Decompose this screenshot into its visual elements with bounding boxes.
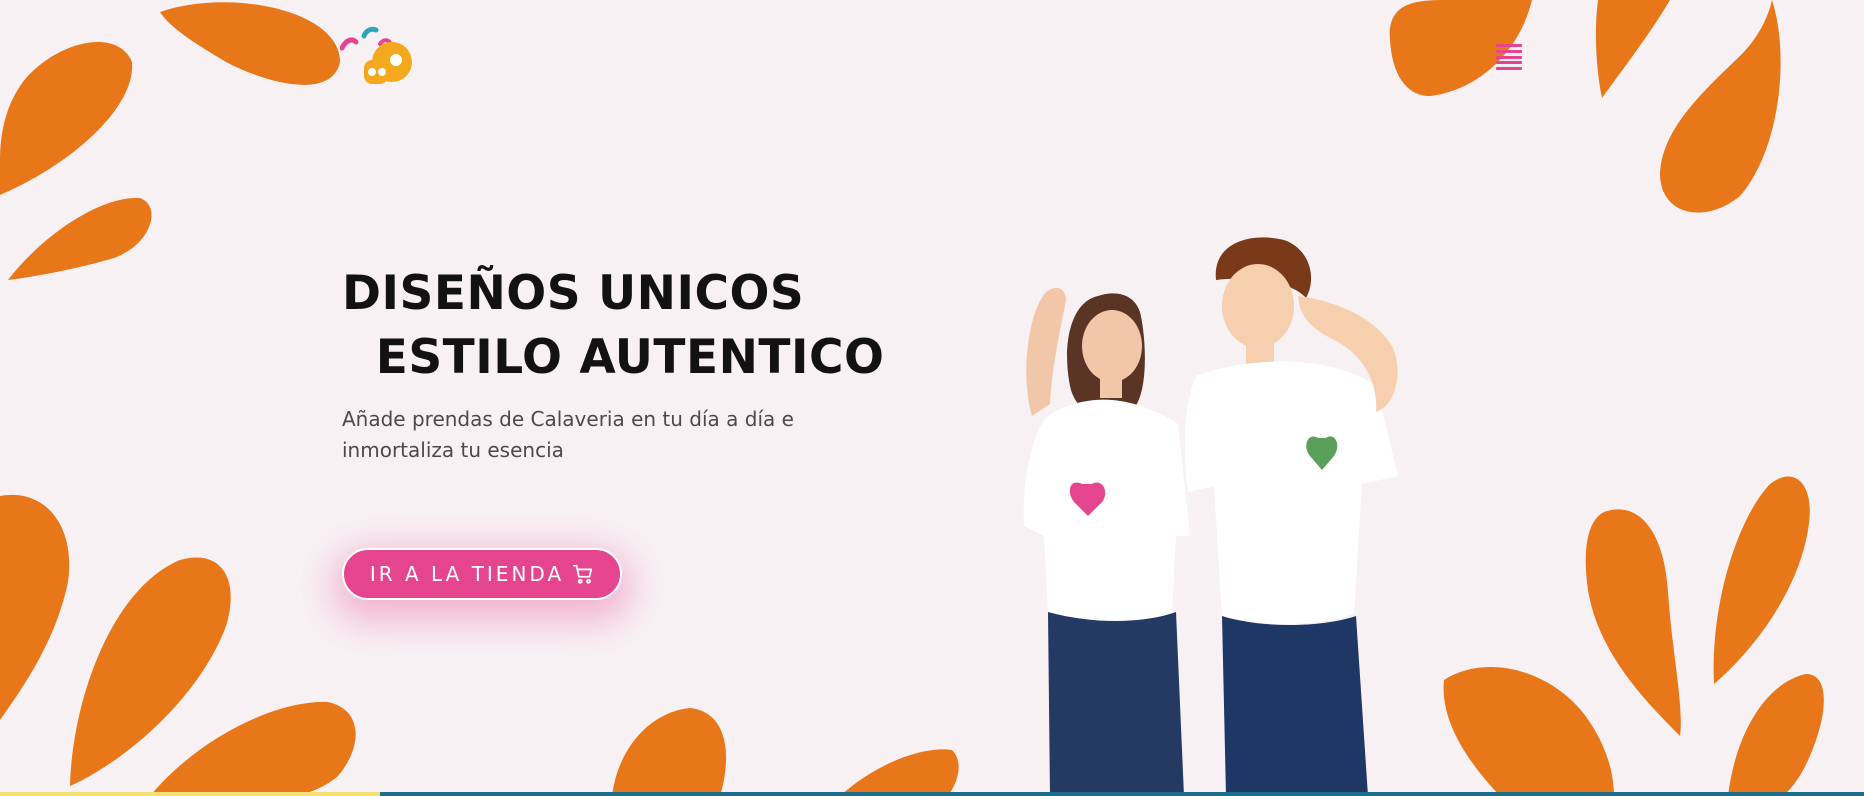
petal-shape	[0, 494, 70, 720]
bottom-accent-bar	[0, 792, 1864, 796]
go-to-store-label: IR A LA TIENDA	[369, 562, 565, 586]
petal-shape	[1728, 674, 1824, 796]
petal-shape	[840, 749, 959, 796]
petal-shape	[150, 701, 356, 796]
menu-bar	[1496, 44, 1522, 47]
go-to-store-button[interactable]: IR A LA TIENDA	[342, 548, 622, 600]
petal-shape	[0, 41, 133, 195]
man-figure	[1184, 237, 1398, 796]
petal-shape	[612, 708, 727, 796]
menu-bar	[1496, 67, 1522, 70]
hero-title-line-1: DISEÑOS UNICOS	[342, 266, 805, 321]
menu-bar	[1496, 49, 1522, 53]
hero-title-line-2: ESTILO AUTENTICO	[342, 330, 885, 385]
bottom-accent-segment	[0, 792, 380, 796]
petal-shape	[1443, 667, 1614, 796]
petal-shape	[8, 197, 152, 280]
petal-shape	[160, 2, 340, 85]
petal-shape	[1713, 476, 1810, 684]
shopping-cart-icon	[573, 564, 593, 584]
logo-skull-icon[interactable]	[340, 26, 414, 88]
petal-shape	[1585, 509, 1681, 736]
hero-subtitle: Añade prendas de Calaveria en tu día a d…	[342, 407, 794, 462]
hamburger-menu-icon[interactable]	[1496, 44, 1522, 70]
hero-title: DISEÑOS UNICOS ESTILO AUTENTICO	[342, 262, 884, 390]
petal-shape	[1660, 0, 1781, 213]
menu-bar	[1496, 55, 1522, 59]
menu-bar	[1496, 61, 1522, 65]
couple-photo	[1023, 237, 1398, 796]
woman-figure	[1023, 287, 1190, 796]
petal-shape	[1595, 0, 1670, 98]
decorative-petals	[0, 0, 1824, 796]
